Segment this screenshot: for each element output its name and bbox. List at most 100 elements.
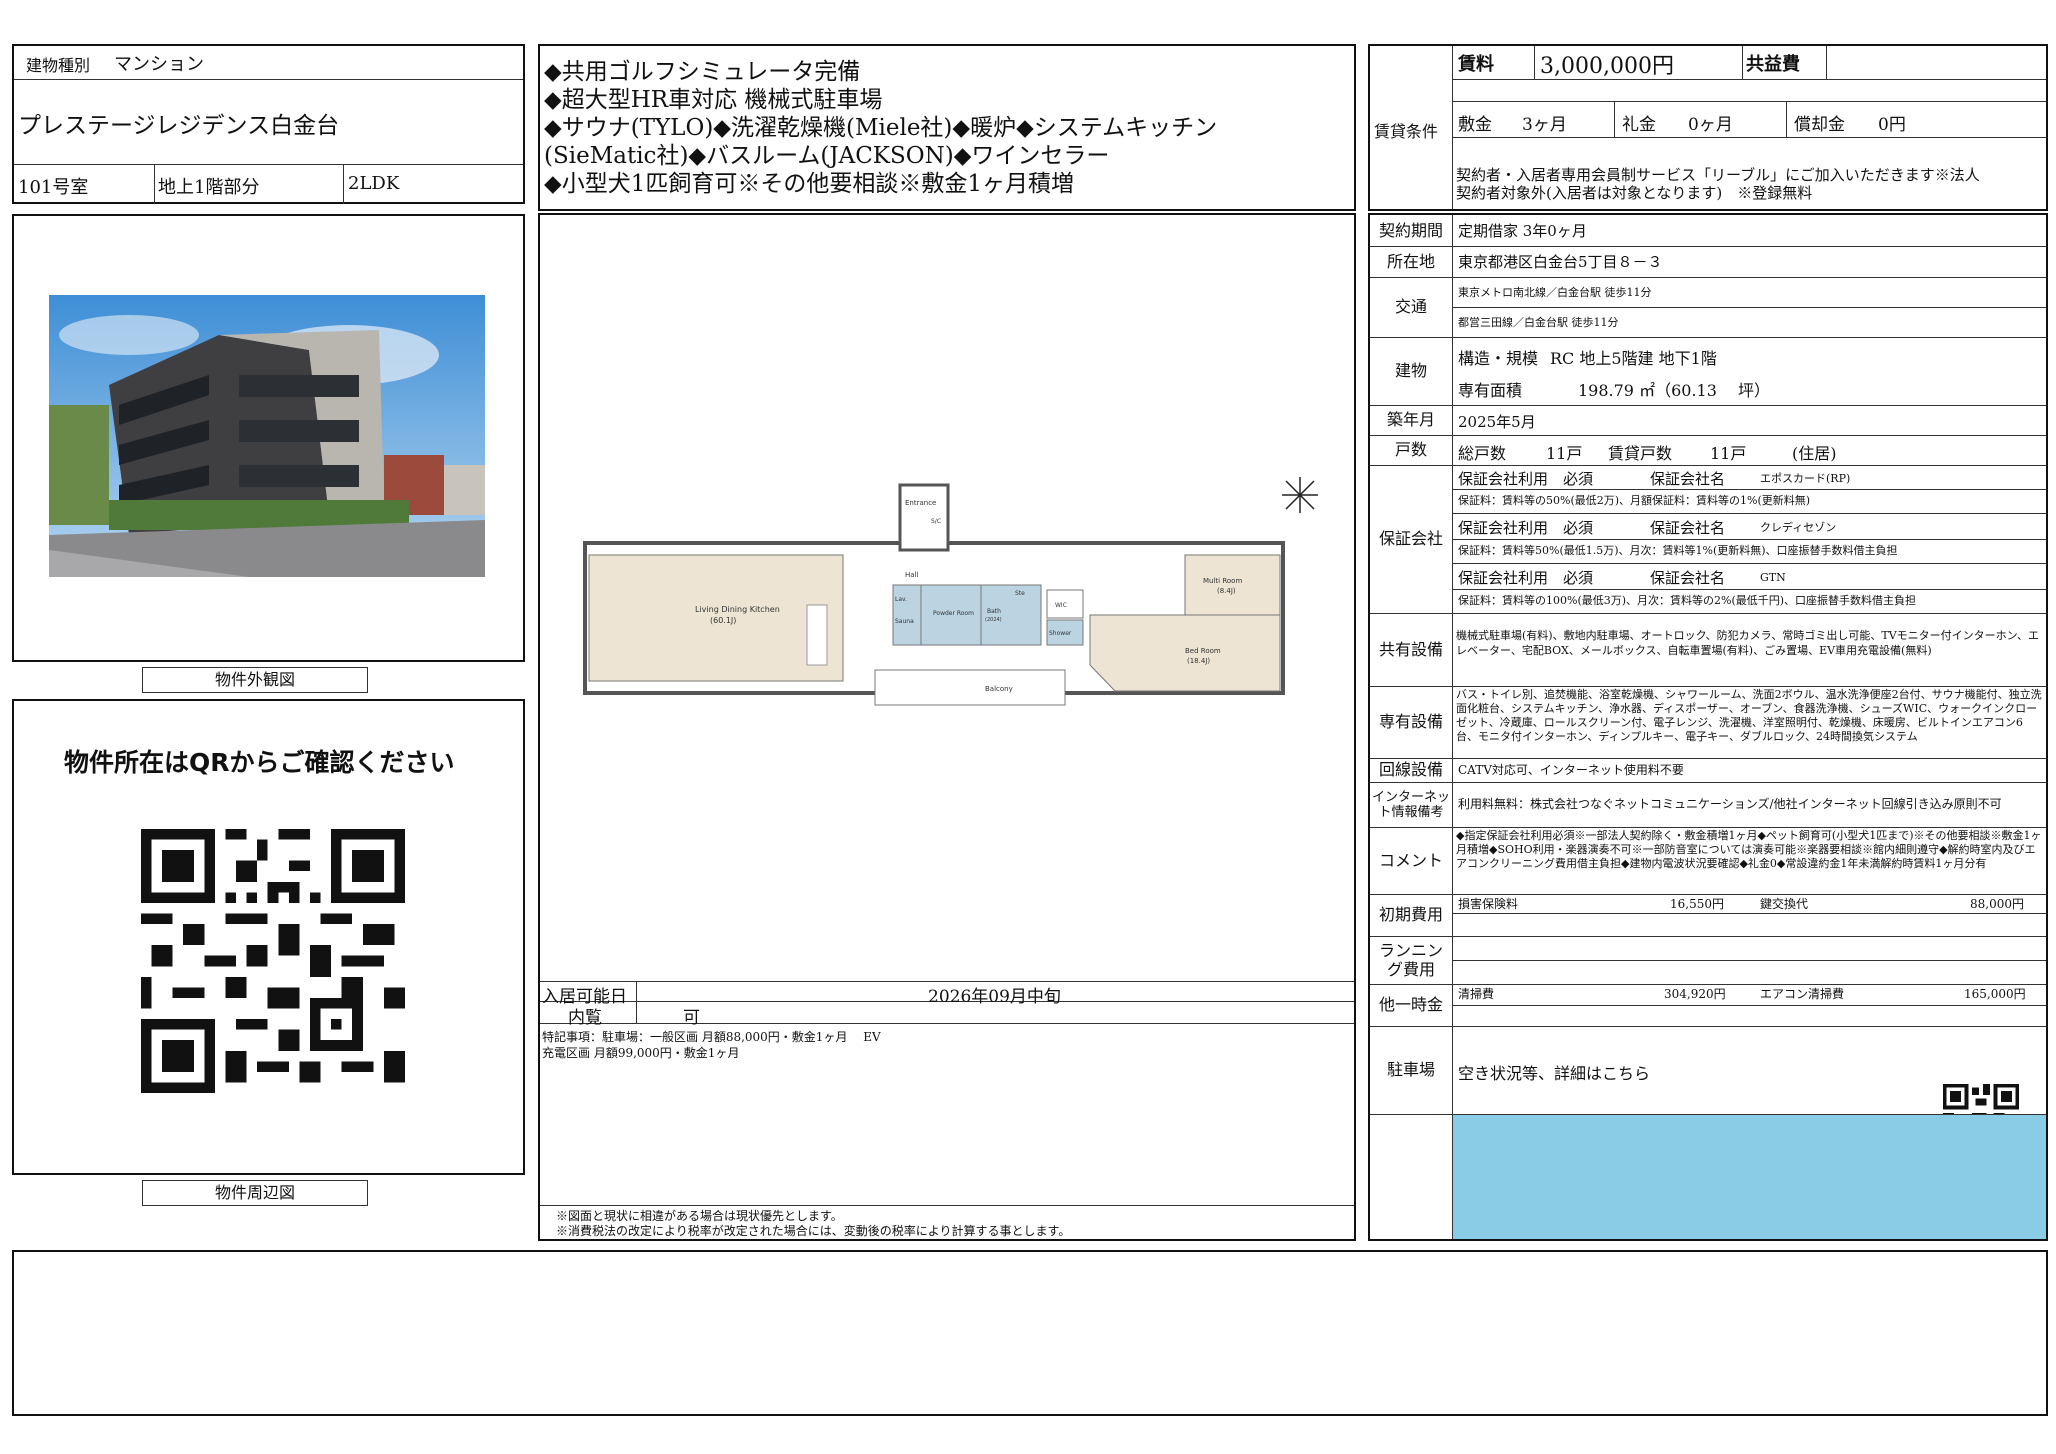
property-name: プレステージレジデンス白金台 [18, 113, 340, 139]
guarantor-use: 保証会社利用 必須 [1458, 519, 1594, 537]
deposit-value: 3ヶ月 [1522, 115, 1567, 135]
disclaimers: ※図面と現状に相違がある場合は現状優先とします。 ※消費税法の改定により税率が改… [556, 1209, 1070, 1239]
viewing-label: 内覧 [568, 1008, 602, 1028]
building-type-value: マンション [114, 54, 204, 75]
location-qr-code[interactable] [139, 829, 407, 1093]
floor-level: 地上1階部分 [158, 177, 260, 198]
units-rent-label: 賃貸戸数 [1608, 444, 1673, 463]
fp-living-size: (60.1J) [710, 616, 736, 625]
ac-cleaning-value: 165,000円 [1964, 987, 2026, 1001]
qr-heading: 物件所在はQRからご確認ください [64, 748, 455, 777]
features-list: ◆共用ゴルフシミュレータ完備 ◆超大型HR車対応 機械式駐車場 ◆サウナ(TYL… [544, 58, 1217, 198]
viewing-value: 可 [683, 1008, 700, 1028]
term-value: 定期借家 3年0ヶ月 [1458, 222, 1587, 240]
units-total-value: 11戸 [1546, 444, 1583, 463]
key-money-value: 0ヶ月 [1688, 115, 1733, 135]
transport-line: 都営三田線／白金台駅 徒歩11分 [1458, 316, 1619, 329]
exterior-photo-box [12, 214, 525, 662]
bottom-blank-box [12, 1250, 2048, 1416]
fp-powder: Powder Room [933, 610, 974, 617]
insurance-value: 16,550円 [1670, 897, 1724, 911]
initial-cost-label: 初期費用 [1378, 905, 1443, 924]
qr-location-box: 物件所在はQRからご確認ください [12, 699, 525, 1175]
term-label: 契約期間 [1378, 220, 1443, 240]
floorplan-box: Living Dining Kitchen (60.1J) Entrance S… [538, 213, 1356, 1241]
transport-line: 東京メトロ南北線／白金台駅 徒歩11分 [1458, 286, 1652, 299]
area-label: 専有面積 [1458, 381, 1523, 400]
special-note-line: 特記事項：駐車場：一般区画 月額88,000円・敷金1ヶ月 EV [542, 1030, 881, 1044]
amortization-label: 償却金 [1794, 115, 1845, 135]
special-note-line: 充電区画 月額99,000円・敷金1ヶ月 [542, 1046, 740, 1060]
room-number: 101号室 [18, 177, 89, 198]
address-value: 東京都港区白金台5丁目８－３ [1458, 253, 1663, 271]
rent-conditions-label: 賃貸条件 [1374, 122, 1439, 141]
other-onetime-label: 他一時金 [1378, 995, 1443, 1014]
rent-note: 契約者・入居者専用会員制サービス「リーブル」にご加入いただきます※法人 契約者対… [1456, 166, 1980, 202]
units-rent-value: 11戸 [1710, 444, 1747, 463]
guarantor-name: クレディセゾン [1760, 521, 1837, 534]
built-label: 築年月 [1386, 410, 1435, 429]
transport-label: 交通 [1394, 297, 1427, 316]
ac-cleaning-label: エアコン清掃費 [1760, 987, 1845, 1001]
exterior-caption: 物件外観図 [142, 667, 368, 693]
line-label: 回線設備 [1378, 760, 1443, 779]
feature-line: (SieMatic社)◆バスルーム(JACKSON)◆ワインセラー [544, 143, 1110, 169]
internet-value: 利用料無料：株式会社つなぐネットコミュニケーションズ/他社インターネット回線引き… [1458, 797, 2002, 811]
key-money-label: 礼金 [1622, 115, 1656, 135]
building-exterior-photo [49, 295, 485, 577]
common-facilities-label: 共有設備 [1378, 639, 1443, 659]
fp-bed-size: (18.4J) [1187, 657, 1210, 665]
comment-label: コメント [1378, 850, 1443, 870]
floor-plan: Living Dining Kitchen (60.1J) Entrance S… [583, 477, 1318, 706]
private-facilities-label: 専有設備 [1378, 712, 1443, 731]
rent-note-line: 契約者対象外(入居者は対象となります) ※登録無料 [1456, 184, 1813, 202]
fp-hall: Hall [905, 571, 918, 579]
fp-multi-room: Multi Room [1203, 577, 1242, 585]
units-total-label: 総戸数 [1458, 444, 1507, 463]
parking-value[interactable]: 空き状況等、詳細はこちら [1458, 1060, 1650, 1084]
fp-multi-size: (8.4J) [1217, 587, 1236, 595]
property-header-box: 建物種別 マンション プレステージレジデンス白金台 101号室 地上1階部分 2… [12, 44, 525, 204]
fp-balcony: Balcony [985, 685, 1013, 693]
property-details-box: 契約期間 定期借家 3年0ヶ月 所在地 東京都港区白金台5丁目８－３ 交通 東京… [1368, 213, 2048, 1241]
running-cost-label: ランニング費用 [1378, 941, 1443, 979]
disclaimer-line: ※図面と現状に相違がある場合は現状優先とします。 [556, 1209, 843, 1223]
fp-shower: Shower [1049, 630, 1072, 637]
guarantor-fee: 保証料：賃料等50%(最低1.5万)、月次：賃料等1%(更新料無)、口座振替手数… [1458, 544, 1898, 557]
fp-lav: Lav. [895, 596, 907, 603]
cleaning-value: 304,920円 [1664, 987, 1726, 1001]
fp-sic: S/C [931, 518, 941, 525]
built-value: 2025年5月 [1458, 413, 1536, 431]
deposit-label: 敷金 [1458, 115, 1492, 135]
special-notes: 特記事項：駐車場：一般区画 月額88,000円・敷金1ヶ月 EV 充電区画 月額… [542, 1029, 881, 1061]
fp-bed-room: Bed Room [1185, 647, 1221, 655]
fp-ste: Ste [1015, 590, 1025, 597]
building-label: 建物 [1394, 361, 1427, 380]
guarantor-use: 保証会社利用 必須 [1458, 569, 1594, 587]
guarantor-name-label: 保証会社名 [1650, 569, 1726, 587]
key-change-label: 鍵交換代 [1760, 897, 1809, 911]
line-value: CATV対応可、インターネット使用料不要 [1458, 763, 1684, 777]
comment-value: ◆指定保証会社利用必須※一部法人契約除く・敷金積増1ヶ月◆ペット飼育可(小型犬1… [1456, 829, 2042, 870]
guarantor-fee: 保証料：賃料等の50%(最低2万)、月額保証料：賃料等の1%(更新料無) [1458, 494, 1811, 507]
feature-line: ◆共用ゴルフシミュレータ完備 [544, 59, 861, 85]
move-in-value: 2026年09月中旬 [928, 987, 1061, 1007]
disclaimer-line: ※消費税法の改定により税率が改定された場合には、変動後の税率により計算する事とし… [556, 1224, 1071, 1238]
internet-label: インターネット情報備考 [1372, 789, 1451, 820]
area-value: 198.79 ㎡（60.13 坪） [1578, 381, 1770, 400]
guarantor-fee: 保証料：賃料等の100%(最低3万)、月次：賃料等の2%(最低千円)、口座振替手… [1458, 594, 1917, 607]
structure-value: RC 地上5階建 地下1階 [1550, 349, 1717, 368]
layout-type: 2LDK [348, 173, 400, 194]
common-facilities-value: 機械式駐車場(有料)、敷地内駐車場、オートロック、防犯カメラ、常時ゴミ出し可能、… [1456, 629, 2039, 657]
amortization-value: 0円 [1878, 115, 1906, 135]
features-box: ◆共用ゴルフシミュレータ完備 ◆超大型HR車対応 機械式駐車場 ◆サウナ(TYL… [538, 44, 1356, 211]
structure-label: 構造・規模 [1458, 349, 1539, 368]
address-label: 所在地 [1386, 251, 1435, 271]
rent-note-line: 契約者・入居者専用会員制サービス「リーブル」にご加入いただきます※法人 [1456, 166, 1980, 184]
rent-label: 賃料 [1458, 54, 1494, 75]
fp-living-label: Living Dining Kitchen [695, 605, 780, 614]
fp-bath: Bath [987, 608, 1001, 615]
cleaning-label: 清掃費 [1458, 987, 1495, 1001]
building-type-label: 建物種別 [26, 56, 91, 75]
units-label: 戸数 [1394, 440, 1427, 459]
